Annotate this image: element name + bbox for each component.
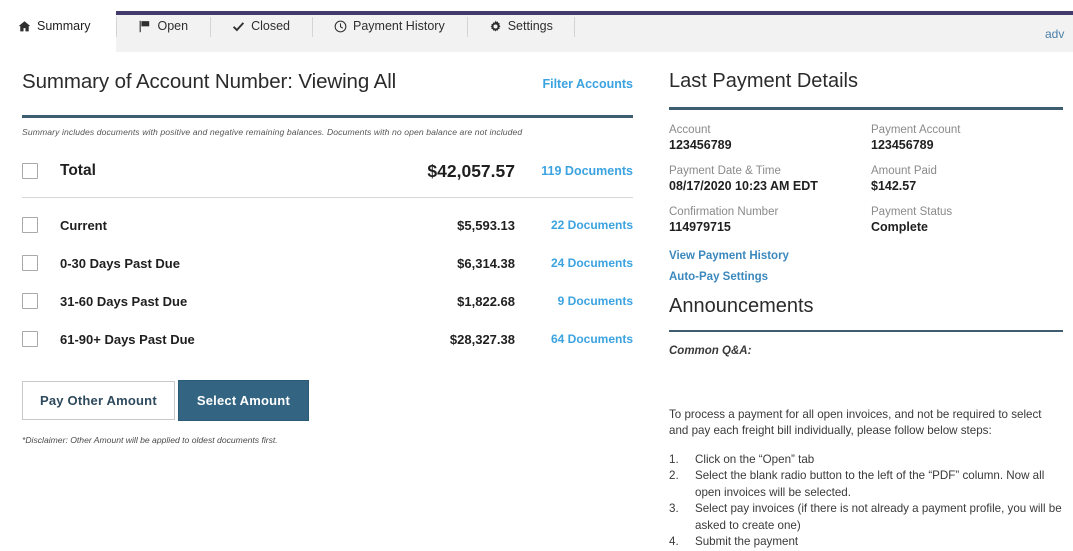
table-row: 61-90+ Days Past Due $28,327.38 64 Docum… bbox=[22, 320, 633, 358]
step-text: Select the blank radio button to the lef… bbox=[695, 469, 1045, 499]
row-checkbox-61-90[interactable] bbox=[22, 331, 38, 347]
step-text: Click on the “Open” tab bbox=[695, 452, 815, 466]
list-item: 4. Submit the payment bbox=[669, 534, 1063, 550]
account-summary-page: Summary Open Closed Payment History Sett… bbox=[0, 0, 1073, 551]
row-amount: $42,057.57 bbox=[427, 160, 515, 181]
row-checkbox-31-60[interactable] bbox=[22, 293, 38, 309]
field-label: Account bbox=[669, 123, 711, 136]
filter-accounts-link[interactable]: Filter Accounts bbox=[542, 77, 633, 91]
row-label: 61-90+ Days Past Due bbox=[60, 331, 195, 347]
check-icon bbox=[232, 20, 245, 33]
tab-closed-label: Closed bbox=[251, 19, 290, 33]
announcements-subtitle: Common Q&A: bbox=[669, 345, 752, 357]
gear-icon bbox=[489, 20, 502, 33]
field-amount-paid: Amount Paid $142.57 bbox=[871, 165, 1063, 193]
row-documents-link[interactable]: 24 Documents bbox=[515, 256, 633, 270]
field-value: 08/17/2020 10:23 AM EDT bbox=[669, 178, 818, 193]
step-number: 3. bbox=[669, 502, 679, 516]
payment-links: View Payment History Auto-Pay Settings bbox=[669, 250, 1063, 283]
tab-settings-label: Settings bbox=[507, 19, 553, 33]
select-amount-button[interactable]: Select Amount bbox=[177, 380, 309, 421]
last-payment-title: Last Payment Details bbox=[669, 70, 858, 92]
disclaimer-text: *Disclaimer: Other Amount will be applie… bbox=[22, 435, 278, 445]
last-payment-fields: Account 123456789 Payment Account 123456… bbox=[669, 124, 1063, 234]
advanced-link[interactable]: adv bbox=[1045, 27, 1071, 41]
clock-icon bbox=[334, 20, 347, 33]
status-badge: Complete bbox=[871, 219, 928, 234]
action-buttons: Pay Other Amount Select Amount bbox=[22, 380, 633, 421]
step-number: 2. bbox=[669, 469, 679, 483]
row-amount: $5,593.13 bbox=[457, 217, 515, 233]
field-value: 123456789 bbox=[871, 137, 934, 152]
summary-divider bbox=[22, 115, 633, 118]
row-amount: $6,314.38 bbox=[457, 255, 515, 271]
field-value: 114979715 bbox=[669, 219, 731, 234]
announcements-steps: 1. Click on the “Open” tab 2. Select the… bbox=[669, 452, 1063, 551]
row-documents-link[interactable]: 64 Documents bbox=[515, 332, 633, 346]
step-number: 1. bbox=[669, 452, 679, 466]
announcements-divider bbox=[669, 329, 1063, 332]
flag-icon bbox=[138, 20, 151, 33]
row-checkbox-0-30[interactable] bbox=[22, 255, 38, 271]
summary-header: Summary of Account Number: Viewing All F… bbox=[22, 62, 633, 94]
list-item: 3. Select pay invoices (if there is not … bbox=[669, 501, 1063, 534]
table-row: 31-60 Days Past Due $1,822.68 9 Document… bbox=[22, 282, 633, 320]
announcements-title: Announcements bbox=[669, 294, 814, 317]
table-row: Current $5,593.13 22 Documents bbox=[22, 206, 633, 244]
field-label: Payment Date & Time bbox=[669, 164, 781, 177]
aging-table: Total $42,057.57 119 Documents Current $… bbox=[22, 151, 633, 358]
summary-panel: Summary of Account Number: Viewing All F… bbox=[0, 52, 655, 551]
home-icon bbox=[18, 20, 31, 33]
row-label: Current bbox=[60, 217, 107, 233]
field-label: Payment Account bbox=[871, 123, 961, 136]
auto-pay-settings-link[interactable]: Auto-Pay Settings bbox=[669, 271, 1063, 283]
tab-summary-label: Summary bbox=[37, 19, 91, 33]
row-documents-link[interactable]: 119 Documents bbox=[515, 164, 633, 178]
field-confirmation-number: Confirmation Number 114979715 bbox=[669, 206, 871, 234]
summary-note: Summary includes documents with positive… bbox=[22, 127, 523, 137]
row-documents-link[interactable]: 9 Documents bbox=[515, 294, 633, 308]
tab-summary[interactable]: Summary bbox=[0, 0, 117, 52]
announcements-body: To process a payment for all open invoic… bbox=[669, 408, 1042, 438]
list-item: 2. Select the blank radio button to the … bbox=[669, 468, 1063, 501]
view-payment-history-link[interactable]: View Payment History bbox=[669, 250, 1063, 262]
table-row: 0-30 Days Past Due $6,314.38 24 Document… bbox=[22, 244, 633, 282]
row-label: 31-60 Days Past Due bbox=[60, 293, 188, 309]
field-account: Account 123456789 bbox=[669, 124, 871, 152]
field-label: Confirmation Number bbox=[669, 205, 779, 218]
table-row: Total $42,057.57 119 Documents bbox=[22, 151, 633, 191]
side-panel: Last Payment Details Account 123456789 P… bbox=[655, 52, 1073, 551]
tab-bar: Summary Open Closed Payment History Sett… bbox=[0, 0, 1073, 52]
tab-list: Summary Open Closed Payment History Sett… bbox=[0, 0, 576, 52]
field-label: Payment Status bbox=[871, 205, 953, 218]
tab-payment-history[interactable]: Payment History bbox=[312, 0, 467, 52]
pay-other-amount-button[interactable]: Pay Other Amount bbox=[22, 381, 175, 420]
row-checkbox-total[interactable] bbox=[22, 163, 38, 179]
list-item: 1. Click on the “Open” tab bbox=[669, 452, 1063, 468]
row-label: Total bbox=[60, 162, 96, 179]
tab-open[interactable]: Open bbox=[116, 0, 210, 52]
field-value: 123456789 bbox=[669, 137, 732, 152]
row-checkbox-current[interactable] bbox=[22, 217, 38, 233]
page-title: Summary of Account Number: Viewing All bbox=[22, 70, 397, 93]
step-text: Submit the payment bbox=[695, 535, 799, 549]
table-divider bbox=[22, 197, 633, 198]
tab-closed[interactable]: Closed bbox=[210, 0, 312, 52]
last-payment-divider bbox=[669, 107, 1063, 110]
field-label: Amount Paid bbox=[871, 164, 937, 177]
step-text: Select pay invoices (if there is not alr… bbox=[695, 502, 1062, 532]
tab-open-label: Open bbox=[157, 19, 189, 33]
tab-settings[interactable]: Settings bbox=[466, 0, 576, 52]
row-documents-link[interactable]: 22 Documents bbox=[515, 218, 633, 232]
step-number: 4. bbox=[669, 535, 679, 549]
row-label: 0-30 Days Past Due bbox=[60, 255, 180, 271]
field-payment-date-time: Payment Date & Time 08/17/2020 10:23 AM … bbox=[669, 165, 871, 193]
field-payment-account: Payment Account 123456789 bbox=[871, 124, 1063, 152]
field-value: $142.57 bbox=[871, 178, 917, 193]
tab-payment-history-label: Payment History bbox=[353, 19, 445, 33]
row-amount: $28,327.38 bbox=[449, 331, 515, 347]
row-amount: $1,822.68 bbox=[457, 293, 515, 309]
field-payment-status: Payment Status Complete bbox=[871, 206, 1063, 234]
